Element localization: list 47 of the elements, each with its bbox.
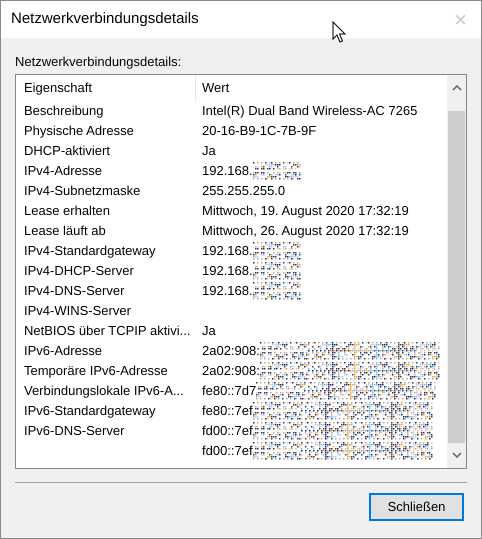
value-cell-text: 192.168.: [202, 282, 253, 300]
property-cell: Verbindungslokale IPv6-A...: [24, 383, 184, 398]
section-label: Netzwerkverbindungsdetails:: [15, 53, 182, 71]
scroll-thumb[interactable]: [448, 111, 465, 443]
property-cell: NetBIOS über TCPIP aktivi...: [24, 323, 190, 338]
value-cell-text: 192.168.: [202, 242, 253, 260]
column-header[interactable]: Wert: [196, 75, 447, 101]
value-cell-text: 2a02:908:: [202, 362, 260, 380]
value-cell-text: 255.255.255.0: [202, 182, 286, 200]
value-cell-text: Mittwoch, 26. August 2020 17:32:19: [202, 222, 409, 240]
property-cell: IPv6-Standardgateway: [24, 403, 156, 418]
property-cell: IPv4-WINS-Server: [24, 303, 131, 318]
close-dialog-button[interactable]: Schließen: [369, 493, 464, 521]
value-cell-text: Intel(R) Dual Band Wireless-AC 7265: [202, 102, 418, 120]
value-cell-text: fd00::7ef: [202, 442, 253, 460]
value-cell-text: fe80::7ef: [202, 402, 253, 420]
noise-patch: [252, 282, 301, 300]
window-title: Netzwerkverbindungsdetails: [11, 9, 199, 30]
noise-patch: [252, 162, 301, 180]
value-cell-text: Ja: [202, 322, 216, 340]
property-cell: DHCP-aktiviert: [24, 143, 110, 158]
property-cell: IPv4-DHCP-Server: [24, 263, 134, 278]
value-cell-text: Ja: [202, 142, 216, 160]
property-cell: IPv4-Adresse: [24, 163, 102, 178]
value-cell-text: 192.168.: [202, 262, 253, 280]
value-cell-text: Mittwoch, 19. August 2020 17:32:19: [202, 202, 409, 220]
property-cell: IPv6-DNS-Server: [24, 423, 124, 438]
value-cell-text: fe80::7d7: [202, 382, 256, 400]
scroll-up-icon[interactable]: [452, 85, 462, 91]
property-cell: IPv4-Subnetzmaske: [24, 183, 140, 198]
noise-patch: [252, 262, 301, 280]
value-cell-text: 20-16-B9-1C-7B-9F: [202, 122, 316, 140]
property-cell: Physische Adresse: [24, 123, 134, 138]
property-cell: Lease erhalten: [24, 203, 110, 218]
value-cell-text: fd00::7ef: [202, 422, 253, 440]
property-cell: IPv4-Standardgateway: [24, 243, 156, 258]
property-cell: Temporäre IPv6-Adresse: [24, 363, 168, 378]
value-cell-text: 192.168.: [202, 162, 253, 180]
noise-patch: [252, 242, 301, 260]
scroll-down-icon[interactable]: [452, 452, 462, 458]
property-cell: IPv4-DNS-Server: [24, 283, 124, 298]
property-cell: Beschreibung: [24, 103, 104, 118]
column-header[interactable]: Eigenschaft: [16, 75, 196, 101]
scrollbar[interactable]: [447, 75, 466, 468]
value-cell-text: 2a02:908:: [202, 342, 260, 360]
property-cell: IPv6-Adresse: [24, 343, 102, 358]
property-cell: Lease läuft ab: [24, 223, 106, 238]
